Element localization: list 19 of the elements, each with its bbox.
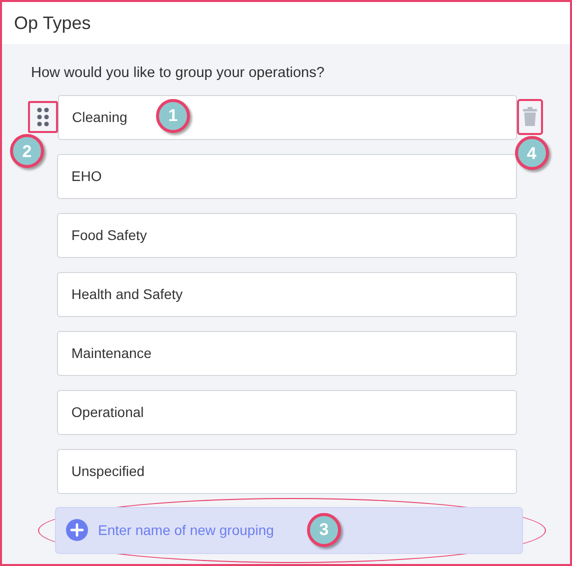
grouping-field[interactable]: EHO <box>57 154 517 199</box>
group-prompt: How would you like to group your operations? <box>31 64 326 83</box>
callout-badge: 4 <box>514 136 549 170</box>
panel-title: Op Types <box>14 12 91 35</box>
callout-badge: 2 <box>10 134 44 168</box>
grouping-field[interactable]: Operational <box>57 390 517 435</box>
callout-badge: 3 <box>307 512 341 547</box>
callout-badge: 1 <box>156 98 190 133</box>
drag-handle[interactable] <box>28 101 58 134</box>
grouping-field[interactable]: Food Safety <box>57 212 517 258</box>
grouping-field[interactable]: Maintenance <box>57 330 517 376</box>
grouping-field[interactable]: Cleaning 1 <box>58 94 517 140</box>
grouping-field[interactable]: Unspecified <box>57 448 517 494</box>
delete-button[interactable] <box>517 99 544 136</box>
new-grouping-input[interactable]: Enter name of new grouping <box>98 520 298 541</box>
drag-handle-icon <box>37 107 49 128</box>
grouping-field[interactable]: Health and Safety <box>57 272 517 317</box>
trash-icon <box>523 107 538 128</box>
add-icon <box>66 519 88 542</box>
